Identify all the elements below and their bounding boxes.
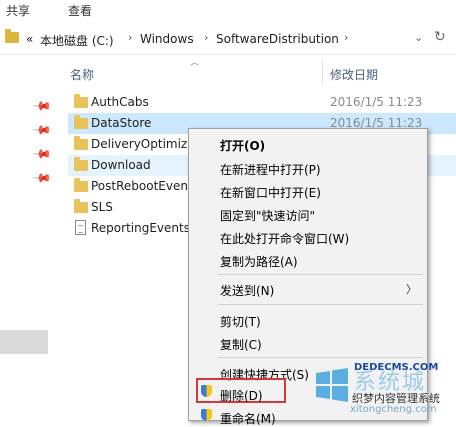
pin-icon[interactable]: 📌 <box>32 168 52 188</box>
file-name: AuthCabs <box>91 95 149 109</box>
tab-view[interactable]: 查看 <box>68 2 92 19</box>
chevron-right-icon: 〉 <box>406 283 417 296</box>
breadcrumb-windows[interactable]: Windows <box>140 32 194 46</box>
address-bar[interactable]: « 本地磁盘 (C:) › Windows › SoftwareDistribu… <box>0 26 456 55</box>
breadcrumb-drive[interactable]: 本地磁盘 (C:) <box>40 32 114 49</box>
file-date: 2016/1/5 11:23 <box>330 95 423 109</box>
folder-icon <box>74 199 88 213</box>
column-header-name[interactable]: 名称 <box>70 66 94 83</box>
nav-selected-item[interactable] <box>0 330 48 354</box>
menu-item-open[interactable]: 打开(O) <box>220 137 265 154</box>
watermark-site: xitongcheng.com <box>350 404 437 415</box>
tab-share[interactable]: 共享 <box>6 2 30 19</box>
watermark-dedecms: DEDECMS.COM <box>354 362 439 373</box>
menu-item-open-new-window[interactable]: 在新窗口中打开(E) <box>220 184 321 201</box>
ribbon-tabs: 共享 查看 <box>0 0 456 20</box>
column-header-date[interactable]: 修改日期 <box>330 66 378 83</box>
menu-item-delete[interactable]: 删除(D) <box>220 387 263 404</box>
shield-icon <box>201 385 212 397</box>
folder-icon <box>74 136 88 150</box>
menu-item-send-to[interactable]: 发送到(N) <box>220 282 274 299</box>
refresh-icon[interactable]: ↻ <box>434 29 446 45</box>
breadcrumb-overflow[interactable]: « <box>26 32 33 46</box>
folder-icon <box>74 94 88 108</box>
menu-item-cut[interactable]: 剪切(T) <box>220 313 261 330</box>
column-divider[interactable] <box>322 60 323 84</box>
list-item[interactable]: AuthCabs 2016/1/5 11:23 <box>68 92 456 113</box>
sort-arrow-icon: ︿ <box>190 58 200 68</box>
menu-item-open-command-window[interactable]: 在此处打开命令窗口(W) <box>220 230 349 247</box>
menu-separator <box>218 304 423 305</box>
folder-icon <box>74 115 88 129</box>
chevron-right-icon[interactable]: › <box>204 31 208 44</box>
menu-item-copy-as-path[interactable]: 复制为路径(A) <box>220 253 298 270</box>
windows-logo-icon <box>316 368 348 402</box>
folder-icon <box>5 29 19 43</box>
breadcrumb-softwaredistribution[interactable]: SoftwareDistribution <box>216 32 339 46</box>
chevron-right-icon[interactable]: › <box>344 31 348 44</box>
watermark: 系统城 DEDECMS.COM 织梦内容管理系统 xitongcheng.com <box>296 352 456 419</box>
folder-icon <box>74 157 88 171</box>
chevron-right-icon[interactable]: › <box>128 31 132 44</box>
menu-item-copy[interactable]: 复制(C) <box>220 336 262 353</box>
chevron-down-icon[interactable]: ⌄ <box>414 31 423 44</box>
menu-separator <box>218 274 423 275</box>
folder-icon <box>74 178 88 192</box>
pin-icon[interactable]: 📌 <box>32 120 52 140</box>
menu-item-pin-quick-access[interactable]: 固定到"快速访问" <box>220 207 315 224</box>
shield-icon <box>201 409 212 421</box>
document-icon <box>75 220 86 235</box>
navigation-pane: 📌 📌 📌 📌 <box>0 55 58 419</box>
menu-item-open-new-process[interactable]: 在新进程中打开(P) <box>220 161 321 178</box>
pin-icon[interactable]: 📌 <box>32 96 52 116</box>
pin-icon[interactable]: 📌 <box>32 144 52 164</box>
